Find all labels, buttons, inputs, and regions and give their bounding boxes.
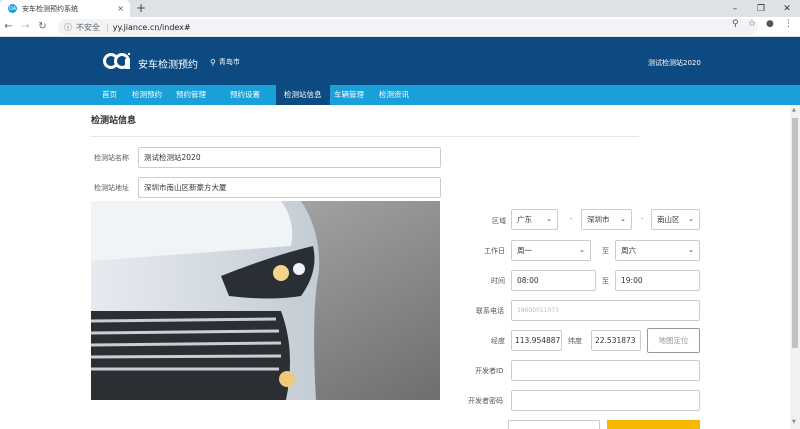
- workday-from-value: 周一: [517, 246, 532, 255]
- forward-icon[interactable]: →: [17, 18, 34, 35]
- city-name: 青岛市: [218, 58, 240, 66]
- city-selector[interactable]: ⚲ 青岛市: [210, 57, 240, 67]
- chevron-down-icon: ⌄: [688, 215, 694, 223]
- scrollbar-thumb[interactable]: [792, 118, 798, 348]
- district-value: 南山区: [657, 215, 680, 224]
- district-select[interactable]: 南山区 ⌄: [651, 209, 700, 230]
- time-to-label: 至: [602, 277, 609, 285]
- insecure-label: 不安全: [76, 22, 100, 32]
- favicon-icon: OA: [8, 4, 17, 13]
- developer-id-label: 开发者ID: [475, 367, 504, 375]
- nav-station-info[interactable]: 检测站信息: [276, 85, 330, 105]
- page-scrollbar[interactable]: ▲ ▼: [790, 105, 800, 429]
- current-station-name[interactable]: 测试检测站2020: [648, 58, 701, 68]
- developer-password-input[interactable]: [511, 390, 700, 411]
- region-label: 区域: [492, 217, 506, 225]
- title-divider: [91, 136, 639, 137]
- province-select[interactable]: 广东 ⌄: [511, 209, 558, 230]
- phone-input[interactable]: 18600011073: [511, 300, 700, 321]
- maximize-icon[interactable]: ❐: [748, 0, 774, 17]
- latitude-input[interactable]: 22.531873: [591, 330, 641, 351]
- scroll-down-icon[interactable]: ▼: [792, 419, 796, 425]
- time-to-input[interactable]: 19:00: [615, 270, 700, 291]
- workday-to-label: 至: [602, 247, 609, 255]
- nav-booking[interactable]: 检测预约: [124, 85, 170, 105]
- save-button[interactable]: [607, 420, 700, 429]
- nav-news[interactable]: 检测资讯: [371, 85, 417, 105]
- station-name-label: 检测站名称: [94, 154, 129, 162]
- page-title: 检测站信息: [91, 116, 137, 126]
- developer-id-input[interactable]: [511, 360, 700, 381]
- chevron-down-icon: ⌄: [546, 215, 552, 223]
- phone-label: 联系电话: [476, 307, 504, 315]
- time-label: 时间: [491, 277, 505, 285]
- new-tab-icon[interactable]: +: [136, 1, 146, 15]
- workday-to-value: 周六: [621, 246, 636, 255]
- minimize-icon[interactable]: –: [722, 0, 748, 17]
- time-from-input[interactable]: 08:00: [511, 270, 596, 291]
- main-content: 检测站信息 检测站名称 测试检测站2020 检测站地址 深圳市南山区新豪方大厦: [0, 105, 790, 429]
- nav-home[interactable]: 首页: [94, 85, 125, 105]
- nav-booking-manage[interactable]: 预约管理: [168, 85, 214, 105]
- region-dash-1: -: [570, 215, 573, 223]
- chevron-down-icon: ⌄: [579, 246, 585, 254]
- brand-logo-icon[interactable]: [102, 51, 132, 71]
- profile-icon[interactable]: ●: [766, 19, 774, 29]
- browser-tab[interactable]: OA 安车检测预约系统 ×: [0, 0, 130, 17]
- menu-dots-icon[interactable]: ⋮: [784, 19, 793, 29]
- close-window-icon[interactable]: ✕: [774, 0, 800, 17]
- url-text[interactable]: yy.jiance.cn/index#: [113, 23, 191, 32]
- address-bar: ← → ↻ ⓘ 不安全 | yy.jiance.cn/index# ⚲ ☆ ● …: [0, 17, 800, 37]
- station-name-input[interactable]: 测试检测站2020: [138, 147, 441, 168]
- nav-vehicle-manage[interactable]: 车辆管理: [326, 85, 372, 105]
- reload-icon[interactable]: ↻: [34, 18, 51, 35]
- location-pin-icon: ⚲: [210, 57, 216, 67]
- developer-password-label: 开发者密码: [468, 397, 503, 405]
- brand-name: 安车检测预约: [138, 60, 198, 71]
- secondary-button[interactable]: [508, 420, 600, 429]
- map-locate-button[interactable]: 地图定位: [647, 328, 700, 353]
- workday-to-select[interactable]: 周六 ⌄: [615, 240, 700, 261]
- station-address-label: 检测站地址: [94, 184, 129, 192]
- browser-tabbar: OA 安车检测预约系统 × + – ❐ ✕: [0, 0, 800, 17]
- key-icon[interactable]: ⚲: [732, 19, 739, 29]
- chevron-down-icon: ⌄: [688, 246, 694, 254]
- window-controls: – ❐ ✕: [722, 0, 800, 17]
- site-header: 安车检测预约 ⚲ 青岛市 测试检测站2020: [0, 37, 800, 85]
- back-icon[interactable]: ←: [0, 18, 17, 35]
- main-nav: 首页 检测预约 预约管理 预约设置 检测站信息 车辆管理 检测资讯: [0, 85, 800, 105]
- chevron-down-icon: ⌄: [620, 215, 626, 223]
- tab-title: 安车检测预约系统: [22, 4, 78, 13]
- region-dash-2: -: [641, 215, 644, 223]
- station-photo[interactable]: [91, 201, 440, 400]
- url-separator: |: [106, 22, 109, 32]
- tab-close-icon[interactable]: ×: [117, 4, 124, 13]
- longitude-label: 经度: [491, 337, 505, 345]
- bookmark-star-icon[interactable]: ☆: [748, 19, 756, 29]
- workday-from-select[interactable]: 周一 ⌄: [511, 240, 591, 261]
- city-value: 深圳市: [587, 215, 610, 224]
- province-value: 广东: [517, 215, 532, 224]
- city-select[interactable]: 深圳市 ⌄: [581, 209, 632, 230]
- workday-label: 工作日: [484, 247, 505, 255]
- station-address-input[interactable]: 深圳市南山区新豪方大厦: [138, 177, 441, 198]
- scroll-up-icon[interactable]: ▲: [792, 107, 796, 113]
- info-icon[interactable]: ⓘ: [64, 22, 72, 33]
- longitude-input[interactable]: 113.954887: [511, 330, 562, 351]
- latitude-label: 纬度: [568, 337, 582, 345]
- nav-booking-settings[interactable]: 预约设置: [222, 85, 268, 105]
- url-omnibox[interactable]: ⓘ 不安全 | yy.jiance.cn/index#: [58, 19, 758, 35]
